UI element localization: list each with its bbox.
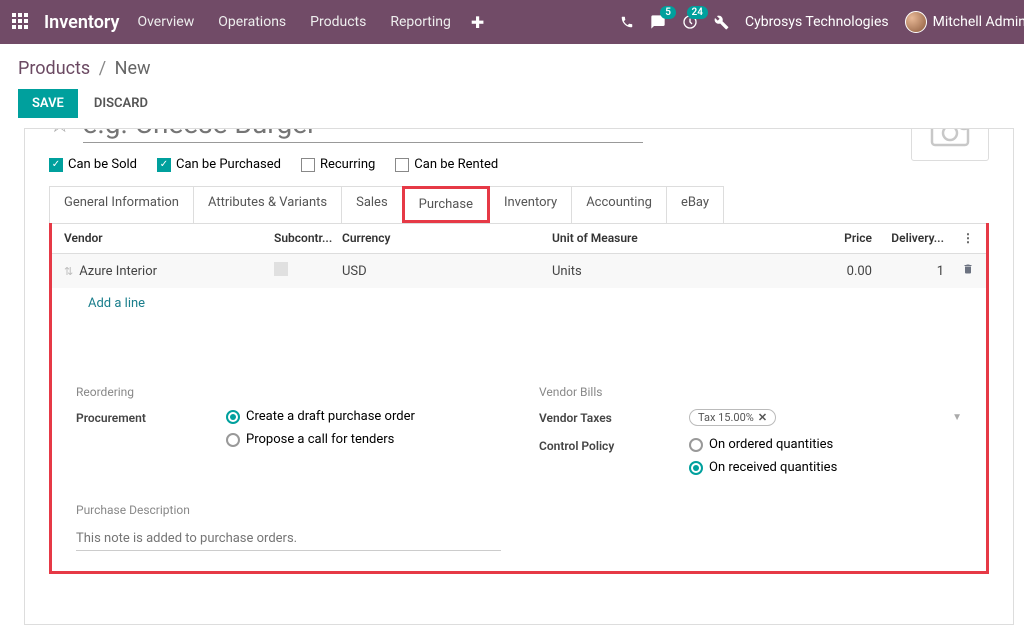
nav-operations[interactable]: Operations	[218, 14, 286, 30]
tabs: General Information Attributes & Variant…	[49, 186, 989, 224]
activities-badge: 24	[687, 6, 708, 19]
topbar: Inventory Overview Operations Products R…	[0, 0, 1024, 44]
section-reordering: Reordering	[76, 385, 499, 399]
tools-icon[interactable]	[714, 15, 729, 30]
user-menu[interactable]: Mitchell Admin	[905, 11, 1024, 33]
save-button[interactable]: SAVE	[18, 89, 78, 118]
col-uom: Unit of Measure	[552, 231, 812, 245]
subcontract-checkbox[interactable]	[274, 262, 288, 276]
tab-sales[interactable]: Sales	[341, 186, 403, 223]
favorite-star-icon[interactable]: ☆	[49, 128, 71, 138]
col-vendor: Vendor	[64, 231, 274, 245]
vendor-table: Vendor Subcontr... Currency Unit of Meas…	[52, 223, 986, 319]
col-price: Price	[812, 231, 872, 245]
add-line-link[interactable]: Add a line	[64, 296, 145, 311]
purchase-description-input[interactable]	[76, 527, 501, 551]
label-procurement: Procurement	[76, 409, 226, 425]
delete-row-icon[interactable]	[962, 264, 974, 279]
tab-purchase[interactable]: Purchase	[402, 186, 490, 223]
plus-icon[interactable]: ✚	[471, 13, 484, 32]
col-delivery: Delivery...	[872, 231, 944, 245]
tab-ebay[interactable]: eBay	[666, 186, 724, 223]
label-vendor-taxes: Vendor Taxes	[539, 409, 689, 425]
check-can-be-purchased[interactable]: ✓Can be Purchased	[157, 157, 281, 172]
breadcrumb-current: New	[115, 58, 151, 79]
breadcrumb: Products / New	[18, 58, 151, 79]
product-name-input[interactable]	[83, 128, 643, 143]
discard-button[interactable]: DISCARD	[90, 89, 152, 118]
apps-icon[interactable]	[12, 13, 30, 31]
messages-badge: 5	[660, 6, 676, 19]
tab-inventory[interactable]: Inventory	[489, 186, 572, 223]
drag-handle-icon[interactable]: ⇅	[64, 265, 73, 278]
tab-general-information[interactable]: General Information	[49, 186, 194, 223]
user-name: Mitchell Admin	[933, 14, 1024, 30]
remove-tag-icon[interactable]: ✕	[758, 411, 767, 424]
dropdown-caret-icon[interactable]: ▼	[952, 412, 962, 423]
section-vendor-bills: Vendor Bills	[539, 385, 962, 399]
radio-received-qty[interactable]: On received quantities	[689, 460, 962, 475]
breadcrumb-parent[interactable]: Products	[18, 58, 90, 79]
check-recurring[interactable]: Recurring	[301, 157, 375, 172]
messages-icon[interactable]: 5	[650, 14, 666, 30]
nav-reporting[interactable]: Reporting	[390, 14, 451, 30]
tab-accounting[interactable]: Accounting	[571, 186, 667, 223]
section-purchase-description: Purchase Description	[76, 503, 962, 517]
col-currency: Currency	[342, 231, 552, 245]
check-can-be-rented[interactable]: Can be Rented	[395, 157, 498, 172]
radio-draft-po[interactable]: Create a draft purchase order	[226, 409, 499, 424]
tax-tag[interactable]: Tax 15.00%✕	[689, 409, 776, 426]
activities-icon[interactable]: 24	[682, 14, 698, 30]
product-image-upload[interactable]	[911, 128, 989, 161]
nav-overview[interactable]: Overview	[137, 14, 194, 30]
check-can-be-sold[interactable]: ✓Can be Sold	[49, 157, 137, 172]
company-name[interactable]: Cybrosys Technologies	[745, 14, 889, 30]
tab-attributes-variants[interactable]: Attributes & Variants	[193, 186, 342, 223]
phone-icon[interactable]	[620, 15, 634, 29]
nav-products[interactable]: Products	[310, 14, 366, 30]
avatar	[905, 11, 927, 33]
vendor-row[interactable]: ⇅Azure Interior USD Units 0.00 1	[52, 254, 986, 288]
label-control-policy: Control Policy	[539, 437, 689, 453]
col-subcontract: Subcontr...	[274, 231, 342, 245]
brand-title[interactable]: Inventory	[44, 12, 119, 33]
radio-call-tenders[interactable]: Propose a call for tenders	[226, 432, 499, 447]
more-columns-icon[interactable]: ⋮	[962, 231, 974, 245]
radio-ordered-qty[interactable]: On ordered quantities	[689, 437, 962, 452]
